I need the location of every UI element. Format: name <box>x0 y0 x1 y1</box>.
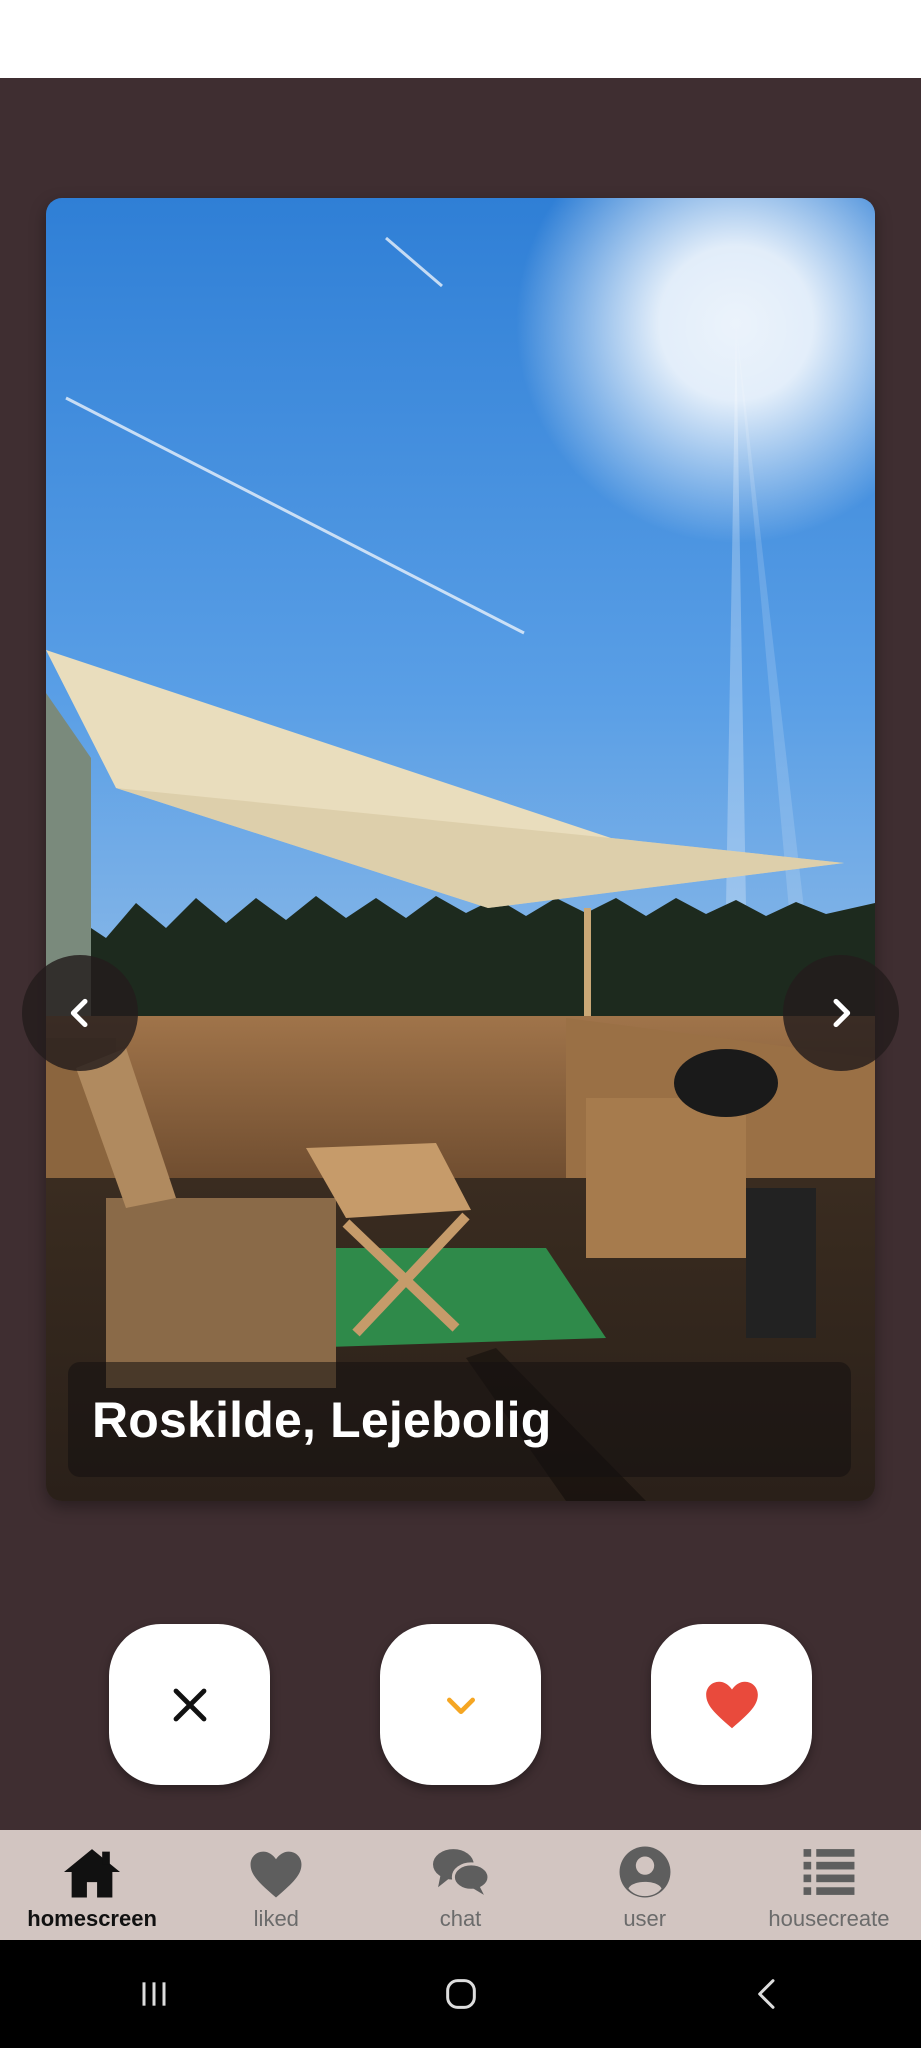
dislike-button[interactable] <box>109 1624 270 1785</box>
chat-icon <box>432 1849 491 1895</box>
status-bar <box>0 0 921 78</box>
heart-icon <box>705 1681 758 1728</box>
close-icon <box>173 1688 206 1721</box>
like-button[interactable] <box>651 1624 812 1785</box>
chevron-down-icon <box>446 1697 475 1714</box>
heart-icon <box>250 1851 302 1898</box>
back-button[interactable] <box>708 1954 828 2034</box>
back-icon <box>757 1979 774 2009</box>
home-icon <box>64 1849 121 1898</box>
chevron-right-icon <box>833 998 851 1028</box>
details-button[interactable] <box>380 1624 541 1785</box>
home-circle-icon <box>445 1979 476 2009</box>
tab-homescreen[interactable]: homescreen <box>0 1830 184 1940</box>
tab-housecreate[interactable]: housecreate <box>737 1830 921 1940</box>
recent-apps-button[interactable] <box>94 1954 214 2034</box>
tab-label-homescreen: homescreen <box>27 1906 157 1931</box>
bottom-tab-bar: homescreen liked chat user housecreate <box>0 1830 921 1940</box>
list-icon <box>803 1849 855 1895</box>
tab-chat[interactable]: chat <box>368 1830 552 1940</box>
listing-title: Roskilde, Lejebolig <box>92 1391 552 1448</box>
previous-photo-button[interactable] <box>22 955 138 1071</box>
system-navigation-bar <box>0 1940 921 2048</box>
tab-label-liked: liked <box>253 1906 299 1931</box>
home-button[interactable] <box>401 1954 521 2034</box>
tab-label-user: user <box>623 1906 667 1931</box>
tab-label-housecreate: housecreate <box>768 1906 890 1931</box>
listing-caption: Roskilde, Lejebolig <box>68 1362 851 1477</box>
recent-apps-icon <box>142 1982 165 2006</box>
tab-label-chat: chat <box>439 1906 482 1931</box>
user-icon <box>619 1846 671 1898</box>
next-photo-button[interactable] <box>783 955 899 1071</box>
listing-photo <box>46 198 875 1501</box>
tab-user[interactable]: user <box>553 1830 737 1940</box>
tab-liked[interactable]: liked <box>184 1830 368 1940</box>
listing-card[interactable]: Roskilde, Lejebolig <box>46 198 875 1501</box>
chevron-left-icon <box>70 998 88 1028</box>
